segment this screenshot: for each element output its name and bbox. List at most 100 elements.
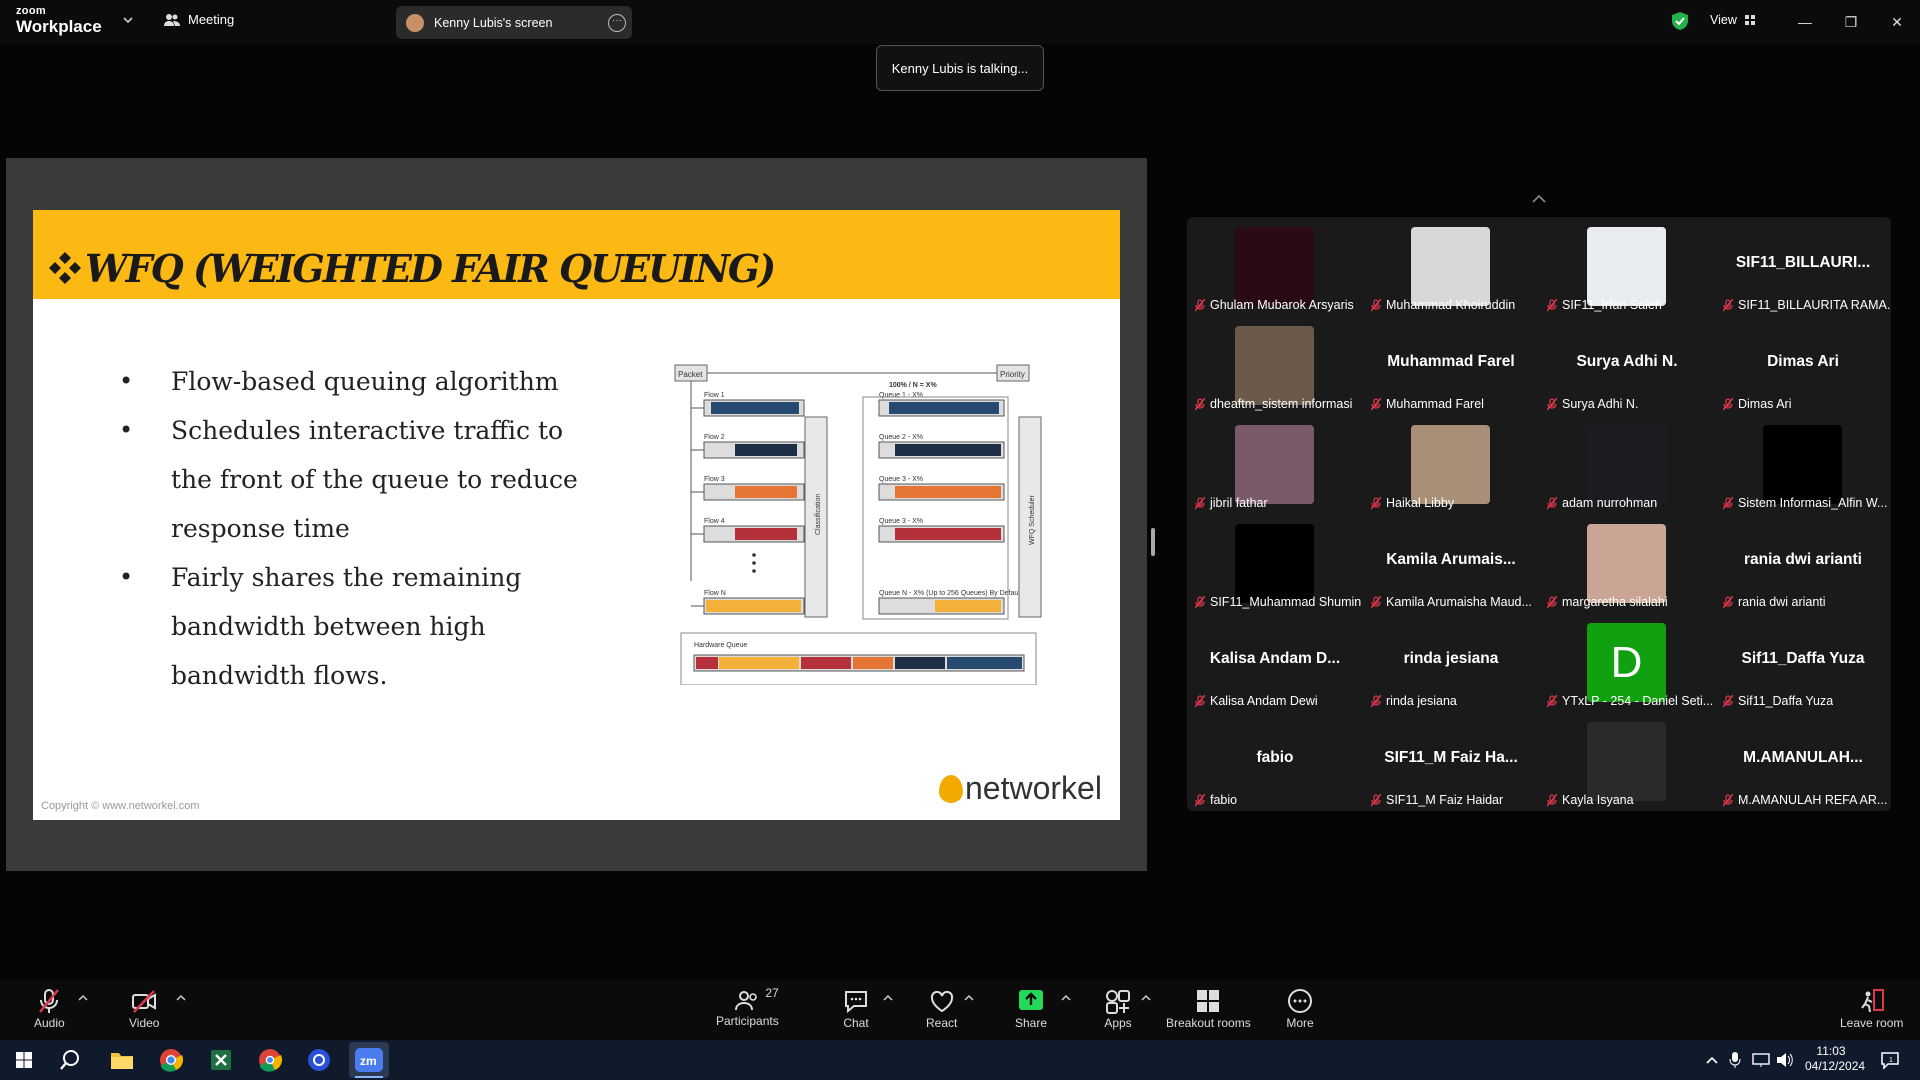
screen-share-tab[interactable]: Kenny Lubis's screen ···	[396, 6, 632, 39]
security-shield-icon[interactable]	[1671, 11, 1689, 31]
wfq-diagram: Packet Priority 100% / N = X% Flow 1 Queu…	[674, 364, 1042, 685]
diagram-ellipsis-dot	[752, 569, 756, 573]
participant-tile[interactable]: Surya Adhi N. Surya Adhi N.	[1539, 316, 1715, 415]
slide-copyright: Copyright © www.networkel.com	[41, 800, 200, 812]
more-label: More	[1286, 1016, 1314, 1030]
participant-tile[interactable]: Dimas Ari Dimas Ari	[1715, 316, 1891, 415]
chrome-profile-icon[interactable]	[256, 1046, 284, 1074]
network-icon[interactable]	[1752, 1052, 1770, 1068]
view-label: View	[1710, 13, 1737, 27]
view-button[interactable]: View	[1710, 13, 1755, 27]
muted-mic-icon	[1723, 694, 1733, 707]
participant-gallery: Ghulam Mubarok Arsyaris Muhammad Khoirudd…	[1187, 217, 1891, 811]
participant-display-name: Surya Adhi N.	[1576, 353, 1678, 370]
muted-mic-icon	[1371, 397, 1381, 410]
diagram-flow-label: Flow N	[704, 590, 726, 597]
participant-tile[interactable]: Ghulam Mubarok Arsyaris	[1187, 217, 1363, 316]
participant-display-name: rinda jesiana	[1403, 650, 1499, 667]
participant-tile[interactable]: rania dwi arianti rania dwi arianti	[1715, 514, 1891, 613]
participant-tile[interactable]: dheaftm_sistem informasi	[1187, 316, 1363, 415]
share-caret-icon[interactable]	[1061, 994, 1071, 1002]
logo-line2: Workplace	[16, 17, 102, 36]
participant-tile[interactable]: Sif11_Daffa Yuza Sif11_Daffa Yuza	[1715, 613, 1891, 712]
restore-button[interactable]: ❐	[1839, 10, 1863, 34]
file-explorer-icon[interactable]	[108, 1046, 136, 1074]
participant-name: rinda jesiana	[1386, 694, 1457, 708]
leave-room-button[interactable]: Leave room	[1840, 988, 1903, 1030]
minimize-button[interactable]: —	[1793, 10, 1817, 34]
show-hidden-icons-icon[interactable]	[1705, 1054, 1719, 1066]
react-button[interactable]: React	[926, 988, 957, 1030]
participant-tile[interactable]: Kayla Isyana	[1539, 712, 1715, 811]
volume-icon[interactable]	[1776, 1052, 1794, 1068]
zoom-logo[interactable]: zoom Workplace	[16, 6, 102, 36]
diagram-queue-fill	[895, 486, 1001, 498]
participant-tile[interactable]: Kalisa Andam D... Kalisa Andam Dewi	[1187, 613, 1363, 712]
diagram-ellipsis-dot	[752, 553, 756, 557]
diagram-queue-label: Queue 1 - X%	[879, 392, 923, 399]
participant-tile[interactable]: SIF11_BILLAURI... SIF11_BILLAURITA RAMA..…	[1715, 217, 1891, 316]
clock[interactable]: 11:03 04/12/2024	[1805, 1044, 1865, 1074]
browser-icon[interactable]	[305, 1046, 333, 1074]
windows-start-icon[interactable]	[10, 1046, 38, 1074]
audio-button[interactable]: Audio	[34, 988, 65, 1030]
muted-mic-icon	[1195, 595, 1205, 608]
react-caret-icon[interactable]	[964, 994, 974, 1002]
video-button[interactable]: Video	[129, 988, 159, 1030]
participant-tile[interactable]: fabio fabio	[1187, 712, 1363, 811]
zoom-taskbar-button[interactable]: zm	[349, 1042, 389, 1078]
microphone-tray-icon[interactable]	[1728, 1051, 1742, 1069]
participant-name: M.AMANULAH REFA AR...	[1738, 793, 1888, 807]
search-icon[interactable]	[58, 1046, 86, 1074]
share-button[interactable]: Share	[1015, 988, 1047, 1030]
apps-caret-icon[interactable]	[1141, 994, 1151, 1002]
diagram-queue-label: Queue 3 - X%	[879, 476, 923, 483]
participant-name-label: SIF11_Muhammad Shumin	[1195, 595, 1361, 609]
participants-button[interactable]: 27 Participants	[716, 986, 779, 1028]
chevron-down-icon[interactable]	[122, 14, 134, 26]
video-label: Video	[129, 1016, 160, 1030]
participant-tile[interactable]: jibril fathar	[1187, 415, 1363, 514]
grid-view-icon	[1744, 15, 1755, 25]
excel-icon[interactable]	[207, 1046, 235, 1074]
participant-tile[interactable]: adam nurrohman	[1539, 415, 1715, 514]
more-options-icon[interactable]: ···	[608, 14, 626, 32]
chevron-up-icon[interactable]	[1530, 193, 1548, 205]
breakout-rooms-button[interactable]: Breakout rooms	[1166, 988, 1251, 1030]
participant-tile[interactable]: SIF11_Irfan Saleh	[1539, 217, 1715, 316]
shared-screen[interactable]: WFQ (WEIGHTED FAIR QUEUING) Flow-based q…	[6, 158, 1147, 871]
participant-tile[interactable]: M.AMANULAH... M.AMANULAH REFA AR...	[1715, 712, 1891, 811]
muted-mic-icon	[1723, 298, 1733, 311]
diamond-bullet-icon	[49, 252, 81, 284]
muted-mic-icon	[1723, 595, 1733, 608]
chat-caret-icon[interactable]	[883, 994, 893, 1002]
participant-tile[interactable]: margaretha silalahi	[1539, 514, 1715, 613]
more-button[interactable]: More	[1286, 988, 1314, 1030]
diagram-hardware-queue: Hardware Queue	[694, 642, 747, 649]
diagram-flow-label: Flow 4	[704, 518, 725, 525]
participant-tile[interactable]: SIF11_Muhammad Shumin	[1187, 514, 1363, 613]
muted-mic-icon	[1195, 694, 1205, 707]
participant-tile[interactable]: Sistem Informasi_Alfin W...	[1715, 415, 1891, 514]
chrome-icon[interactable]	[157, 1046, 185, 1074]
participant-tile[interactable]: rinda jesiana rinda jesiana	[1363, 613, 1539, 712]
video-caret-icon[interactable]	[176, 994, 186, 1002]
participant-tile[interactable]: Muhammad Farel Muhammad Farel	[1363, 316, 1539, 415]
meeting-menu[interactable]: Meeting	[164, 12, 234, 27]
participant-tile[interactable]: Kamila Arumais... Kamila Arumaisha Maud..…	[1363, 514, 1539, 613]
participant-tile[interactable]: D YTxLP - 254 - Daniel Seti...	[1539, 613, 1715, 712]
apps-button[interactable]: Apps	[1104, 988, 1132, 1030]
participant-display-name: SIF11_M Faiz Ha...	[1384, 749, 1518, 766]
panel-resize-handle[interactable]	[1151, 528, 1155, 556]
notifications-icon[interactable]: 1	[1880, 1050, 1900, 1070]
participant-tile[interactable]: Muhammad Khoiruddin	[1363, 217, 1539, 316]
participant-tile[interactable]: SIF11_M Faiz Ha... SIF11_M Faiz Haidar	[1363, 712, 1539, 811]
participant-tile[interactable]: Haikal Libby	[1363, 415, 1539, 514]
audio-caret-icon[interactable]	[78, 994, 88, 1002]
close-button[interactable]: ✕	[1885, 10, 1909, 34]
participant-name-label: adam nurrohman	[1547, 496, 1657, 510]
diagram-flow-fill	[735, 486, 797, 498]
more-icon	[1288, 989, 1312, 1013]
participant-name-label: Kamila Arumaisha Maud...	[1371, 595, 1532, 609]
chat-button[interactable]: Chat	[842, 988, 870, 1030]
